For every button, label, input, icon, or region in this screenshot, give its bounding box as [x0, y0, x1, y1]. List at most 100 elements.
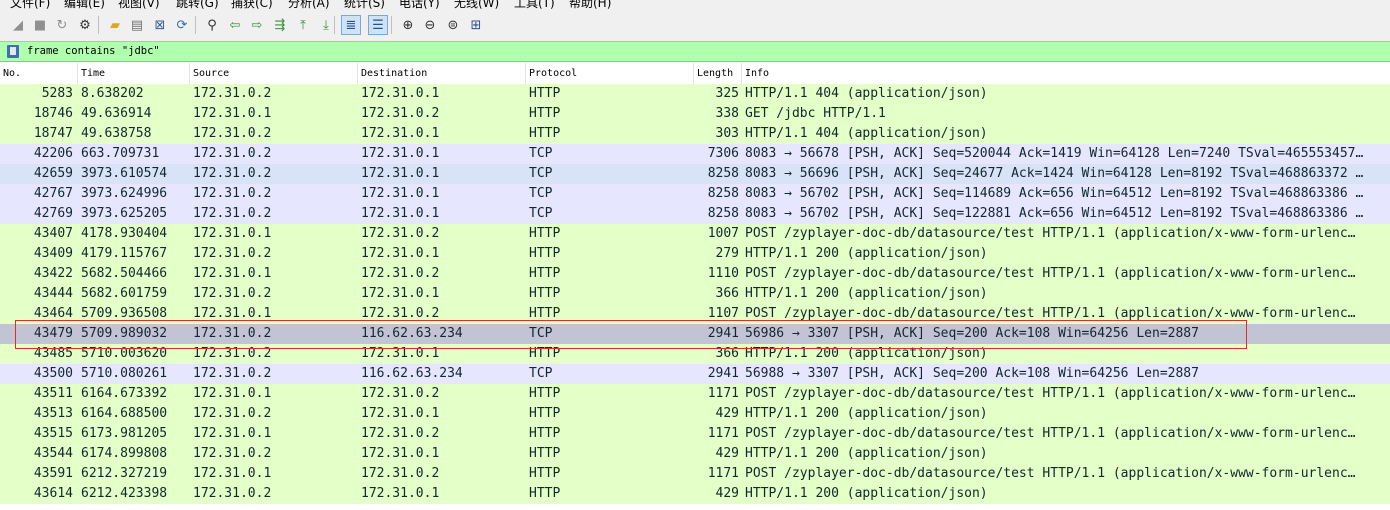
packet-cell-len: 1171	[707, 426, 739, 441]
packet-cell-no: 43409	[33, 246, 73, 261]
packet-cell-no: 43515	[33, 426, 73, 441]
menu-item-1[interactable]: 编辑(E)	[64, 0, 105, 11]
go-last-packet-icon[interactable]: ⤓	[316, 15, 336, 35]
packet-cell-info: POST /zyplayer-doc-db/datasource/test HT…	[745, 306, 1356, 321]
packet-cell-src: 172.31.0.2	[193, 346, 272, 361]
packet-row[interactable]: 43422 5682.504466 172.31.0.1 172.31.0.2 HTTP…	[0, 264, 1390, 284]
packet-row[interactable]: 43544 6174.899808 172.31.0.2 172.31.0.1 HTTP…	[0, 444, 1390, 464]
packet-cell-src: 172.31.0.1	[193, 466, 272, 481]
packet-cell-dst: 172.31.0.2	[361, 226, 440, 241]
packet-cell-len: 8258	[707, 166, 739, 181]
packet-cell-info: POST /zyplayer-doc-db/datasource/test HT…	[745, 226, 1356, 241]
save-file-icon[interactable]: ▤	[127, 15, 147, 35]
packet-cell-dst: 172.31.0.1	[361, 246, 440, 261]
packet-cell-no: 5283	[41, 86, 73, 101]
go-to-packet-icon[interactable]: ⇶	[270, 15, 290, 35]
menu-item-9[interactable]: 工具(T)	[514, 0, 555, 11]
column-header-info[interactable]: Info	[742, 63, 1390, 84]
packet-cell-src: 172.31.0.2	[193, 166, 272, 181]
packet-row[interactable]: 43500 5710.080261 172.31.0.2 116.62.63.234 T…	[0, 364, 1390, 384]
packet-row[interactable]: 43444 5682.601759 172.31.0.2 172.31.0.1 HTTP…	[0, 284, 1390, 304]
start-capture-icon[interactable]: ◢	[8, 15, 28, 35]
packet-cell-len: 8258	[707, 206, 739, 221]
display-filter-bar[interactable]: frame contains "jdbc"	[0, 41, 1390, 62]
capture-options-icon[interactable]: ⚙	[75, 15, 95, 35]
packet-cell-time: 6164.688500	[81, 406, 168, 421]
packet-row[interactable]: 5283 8.638202 172.31.0.2 172.31.0.1 HTTP 325 H…	[0, 84, 1390, 104]
menu-item-5[interactable]: 分析(A)	[288, 0, 330, 11]
open-file-icon[interactable]: ▰	[105, 15, 125, 35]
menu-item-8[interactable]: 无线(W)	[454, 0, 499, 11]
packet-cell-no: 43422	[33, 266, 73, 281]
packet-row[interactable]: 43513 6164.688500 172.31.0.2 172.31.0.1 HTTP…	[0, 404, 1390, 424]
display-filter-input[interactable]: frame contains "jdbc"	[27, 45, 160, 57]
reload-file-icon[interactable]: ⟳	[172, 15, 192, 35]
packet-row[interactable]: 43511 6164.673392 172.31.0.1 172.31.0.2 HTTP…	[0, 384, 1390, 404]
packet-row[interactable]: 42659 3973.610574 172.31.0.2 172.31.0.1 TCP 8…	[0, 164, 1390, 184]
packet-row[interactable]: 43479 5709.989032 172.31.0.2 116.62.63.234 T…	[0, 324, 1390, 344]
packet-cell-no: 43444	[33, 286, 73, 301]
packet-row[interactable]: 43614 6212.423398 172.31.0.2 172.31.0.1 HTTP…	[0, 484, 1390, 504]
packet-row[interactable]: 43485 5710.003620 172.31.0.2 172.31.0.1 HTTP…	[0, 344, 1390, 364]
menu-item-2[interactable]: 视图(V)	[118, 0, 160, 11]
normal-size-icon[interactable]: ⊜	[443, 15, 463, 35]
column-header-no[interactable]: No.	[0, 63, 78, 84]
packet-cell-proto: HTTP	[529, 346, 561, 361]
packet-row[interactable]: 43464 5709.936508 172.31.0.1 172.31.0.2 HTTP…	[0, 304, 1390, 324]
packet-row[interactable]: 42206 663.709731 172.31.0.2 172.31.0.1 TCP 73…	[0, 144, 1390, 164]
packet-cell-info: HTTP/1.1 200 (application/json)	[745, 406, 988, 421]
menu-item-7[interactable]: 电话(Y)	[399, 0, 440, 11]
menu-item-3[interactable]: 跳转(G)	[176, 0, 219, 11]
packet-row[interactable]: 18746 49.636914 172.31.0.1 172.31.0.2 HTTP 33…	[0, 104, 1390, 124]
packet-cell-src: 172.31.0.1	[193, 426, 272, 441]
zoom-out-icon[interactable]: ⊖	[420, 15, 440, 35]
packet-cell-no: 43464	[33, 306, 73, 321]
packet-cell-time: 3973.610574	[81, 166, 168, 181]
packet-cell-len: 2941	[707, 366, 739, 381]
packet-cell-dst: 116.62.63.234	[361, 366, 463, 381]
packet-cell-proto: HTTP	[529, 406, 561, 421]
go-back-icon[interactable]: ⇦	[225, 15, 245, 35]
packet-cell-dst: 172.31.0.1	[361, 286, 440, 301]
packet-cell-info: 8083 → 56702 [PSH, ACK] Seq=122881 Ack=6…	[745, 206, 1364, 221]
menu-item-4[interactable]: 捕获(C)	[231, 0, 273, 11]
filter-bookmark-icon[interactable]	[7, 45, 19, 58]
packet-cell-no: 42767	[33, 186, 73, 201]
go-first-packet-icon[interactable]: ⤒	[293, 15, 313, 35]
packet-row[interactable]: 43591 6212.327219 172.31.0.1 172.31.0.2 HTTP…	[0, 464, 1390, 484]
packet-cell-dst: 172.31.0.1	[361, 446, 440, 461]
stop-capture-icon[interactable]: ■	[30, 15, 50, 35]
packet-row[interactable]: 43409 4179.115767 172.31.0.2 172.31.0.1 HTTP…	[0, 244, 1390, 264]
go-forward-icon[interactable]: ⇨	[247, 15, 267, 35]
colorize-icon[interactable]: ☰	[368, 15, 388, 35]
column-header-length[interactable]: Length	[694, 63, 742, 84]
packet-row[interactable]: 18747 49.638758 172.31.0.2 172.31.0.1 HTTP 30…	[0, 124, 1390, 144]
packet-row[interactable]: 42769 3973.625205 172.31.0.2 172.31.0.1 TCP 8…	[0, 204, 1390, 224]
find-packet-icon[interactable]: ⚲	[202, 15, 222, 35]
packet-list-header: No. Time Source Destination Protocol Len…	[0, 63, 1390, 85]
packet-row[interactable]: 42767 3973.624996 172.31.0.2 172.31.0.1 TCP 8…	[0, 184, 1390, 204]
close-file-icon[interactable]: ⊠	[150, 15, 170, 35]
menu-item-0[interactable]: 文件(F)	[10, 0, 50, 11]
column-header-protocol[interactable]: Protocol	[526, 63, 694, 84]
zoom-in-icon[interactable]: ⊕	[398, 15, 418, 35]
column-header-destination[interactable]: Destination	[358, 63, 526, 84]
resize-columns-icon[interactable]: ⊞	[466, 15, 486, 35]
packet-row[interactable]: 43407 4178.930404 172.31.0.1 172.31.0.2 HTTP…	[0, 224, 1390, 244]
column-header-time[interactable]: Time	[78, 63, 190, 84]
packet-cell-len: 429	[715, 486, 739, 501]
menu-item-10[interactable]: 帮助(H)	[569, 0, 611, 11]
packet-cell-time: 5709.936508	[81, 306, 168, 321]
packet-cell-no: 43544	[33, 446, 73, 461]
packet-cell-time: 6212.327219	[81, 466, 168, 481]
packet-cell-no: 43591	[33, 466, 73, 481]
packet-cell-dst: 172.31.0.1	[361, 486, 440, 501]
packet-row[interactable]: 43515 6173.981205 172.31.0.1 172.31.0.2 HTTP…	[0, 424, 1390, 444]
auto-scroll-icon[interactable]: ≣	[341, 15, 361, 35]
packet-cell-src: 172.31.0.2	[193, 246, 272, 261]
packet-cell-proto: HTTP	[529, 106, 561, 121]
column-header-source[interactable]: Source	[190, 63, 358, 84]
menu-item-6[interactable]: 统计(S)	[344, 0, 385, 11]
restart-capture-icon[interactable]: ↻	[52, 15, 72, 35]
packet-cell-time: 5682.601759	[81, 286, 168, 301]
